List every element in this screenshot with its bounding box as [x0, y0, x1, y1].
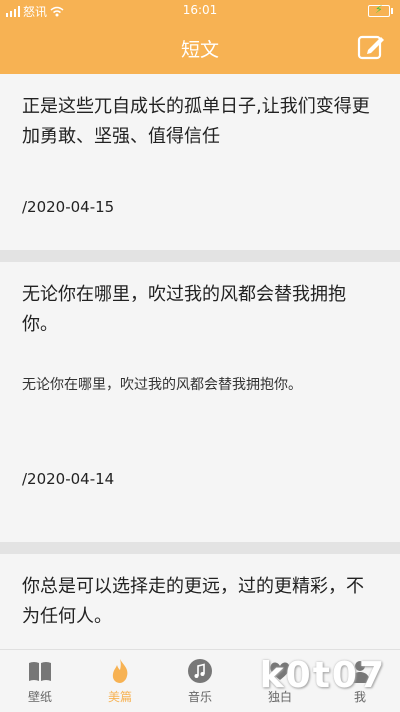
post-card[interactable]: 无论你在哪里，吹过我的风都会替我拥抱你。 无论你在哪里，吹过我的风都会替我拥抱你…	[0, 262, 400, 542]
post-card[interactable]: 正是这些兀自成长的孤单日子,让我们变得更加勇敢、坚强、值得信任 /2020-04…	[0, 74, 400, 250]
post-card[interactable]: 你总是可以选择走的更远，过的更精彩，不为任何人。	[0, 554, 400, 649]
post-body: 无论你在哪里，吹过我的风都会替我拥抱你。	[22, 377, 302, 393]
music-note-icon	[188, 659, 212, 683]
tab-wallpaper[interactable]: 壁纸	[0, 650, 80, 712]
status-bar: 怒讯 16:01 ⚡	[0, 0, 400, 22]
app-bar: 短文	[0, 22, 400, 74]
post-date: /2020-04-14	[22, 470, 115, 488]
battery-icon: ⚡	[368, 3, 393, 17]
book-icon	[29, 662, 51, 681]
post-headline: 正是这些兀自成长的孤单日子,让我们变得更加勇敢、坚强、值得信任	[22, 96, 370, 147]
page-title: 短文	[180, 39, 219, 61]
charging-icon: ⚡	[375, 3, 383, 16]
status-time: 16:01	[182, 3, 218, 17]
tab-label: 壁纸	[27, 690, 52, 704]
watermark-logo: k0t07	[259, 655, 386, 696]
post-headline: 无论你在哪里，吹过我的风都会替我拥抱你。	[22, 284, 346, 335]
tab-articles[interactable]: 美篇	[80, 650, 160, 712]
post-feed: 正是这些兀自成长的孤单日子,让我们变得更加勇敢、坚强、值得信任 /2020-04…	[0, 74, 400, 649]
tab-label: 美篇	[107, 690, 132, 704]
edit-icon[interactable]	[356, 32, 386, 62]
post-headline: 你总是可以选择走的更远，过的更精彩，不为任何人。	[22, 576, 364, 627]
tab-label: 音乐	[187, 690, 212, 704]
tab-music[interactable]: 音乐	[160, 650, 240, 712]
post-date: /2020-04-15	[22, 198, 115, 216]
flame-icon	[112, 659, 128, 683]
